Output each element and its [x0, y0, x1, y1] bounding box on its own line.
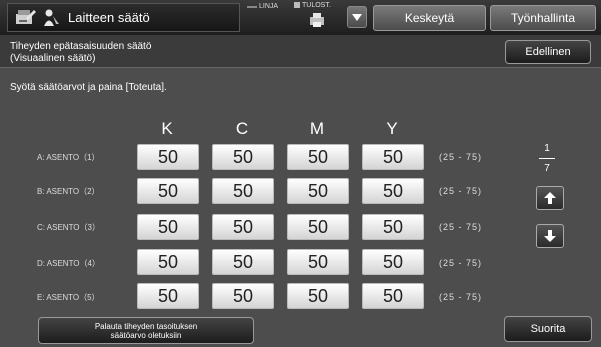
arrow-up-icon [544, 192, 556, 204]
scroll-up-button[interactable] [536, 186, 564, 210]
scroll-down-button[interactable] [536, 224, 564, 248]
reset-defaults-button[interactable]: Palauta tiheyden tasoituksen säätöarvo o… [38, 317, 254, 344]
page-current: 1 [544, 143, 550, 154]
value-a-m[interactable]: 50 [287, 144, 349, 170]
row-label-c: C: ASENTO（3） [37, 223, 100, 232]
status-dropdown-button[interactable] [347, 6, 367, 28]
back-button[interactable]: Edellinen [505, 40, 591, 64]
page-indicator: 1 7 [539, 143, 555, 174]
range-a: (25 - 75) [439, 152, 483, 162]
column-header-m: M [309, 119, 325, 138]
value-b-k[interactable]: 50 [137, 178, 199, 204]
value-d-k[interactable]: 50 [137, 249, 199, 275]
value-c-y[interactable]: 50 [362, 214, 424, 240]
row-label-d: D: ASENTO（4） [37, 259, 100, 268]
value-a-k[interactable]: 50 [137, 144, 199, 170]
value-d-y[interactable]: 50 [362, 249, 424, 275]
value-a-c[interactable]: 50 [212, 144, 274, 170]
range-c: (25 - 75) [439, 222, 483, 232]
screen-title: Tiheyden epätasaisuuden säätö (Visuaalin… [10, 41, 151, 65]
row-label-b: B: ASENTO（2） [37, 187, 100, 196]
triangle-down-icon [352, 14, 362, 21]
value-c-k[interactable]: 50 [137, 214, 199, 240]
value-e-y[interactable]: 50 [362, 283, 424, 309]
screen-title-line2: (Visuaalinen säätö) [10, 53, 96, 64]
value-c-c[interactable]: 50 [212, 214, 274, 240]
title-box: Laitteen säätö [7, 3, 240, 32]
linja-label: LINJA [259, 3, 279, 10]
machine-adjust-icon [14, 8, 36, 33]
value-b-m[interactable]: 50 [287, 178, 349, 204]
job-status-button[interactable]: Työnhallinta [490, 5, 596, 31]
value-b-c[interactable]: 50 [212, 178, 274, 204]
user-icon [43, 8, 61, 33]
instruction-text: Syötä säätöarvot ja paina [Toteuta]. [10, 82, 167, 93]
screen-title-line1: Tiheyden epätasaisuuden säätö [10, 41, 152, 52]
pause-button[interactable]: Keskeytä [373, 5, 486, 31]
column-header-c: C [235, 119, 249, 138]
printer-icon [309, 12, 325, 33]
range-e: (25 - 75) [439, 292, 483, 302]
column-header-y: Y [386, 119, 398, 138]
column-header-k: K [161, 119, 173, 138]
range-b: (25 - 75) [439, 186, 483, 196]
value-c-m[interactable]: 50 [287, 214, 349, 240]
row-label-e: E: ASENTO（5） [37, 293, 100, 302]
reset-defaults-line1: Palauta tiheyden tasoituksen [94, 321, 198, 331]
arrow-down-icon [544, 230, 556, 242]
value-e-m[interactable]: 50 [287, 283, 349, 309]
execute-button[interactable]: Suorita [504, 316, 592, 342]
tulost-label: TULOST. [302, 2, 331, 9]
window-title: Laitteen säätö [68, 10, 150, 25]
value-a-y[interactable]: 50 [362, 144, 424, 170]
value-e-c[interactable]: 50 [212, 283, 274, 309]
row-label-a: A: ASENTO（1） [37, 153, 100, 162]
page-total: 7 [544, 163, 550, 174]
value-b-y[interactable]: 50 [362, 178, 424, 204]
linja-indicator: LINJA [247, 3, 278, 10]
tulost-indicator: TULOST. [294, 2, 331, 9]
value-d-m[interactable]: 50 [287, 249, 349, 275]
value-d-c[interactable]: 50 [212, 249, 274, 275]
reset-defaults-line2: säätöarvo oletuksiin [110, 330, 182, 340]
range-d: (25 - 75) [439, 258, 483, 268]
value-e-k[interactable]: 50 [137, 283, 199, 309]
